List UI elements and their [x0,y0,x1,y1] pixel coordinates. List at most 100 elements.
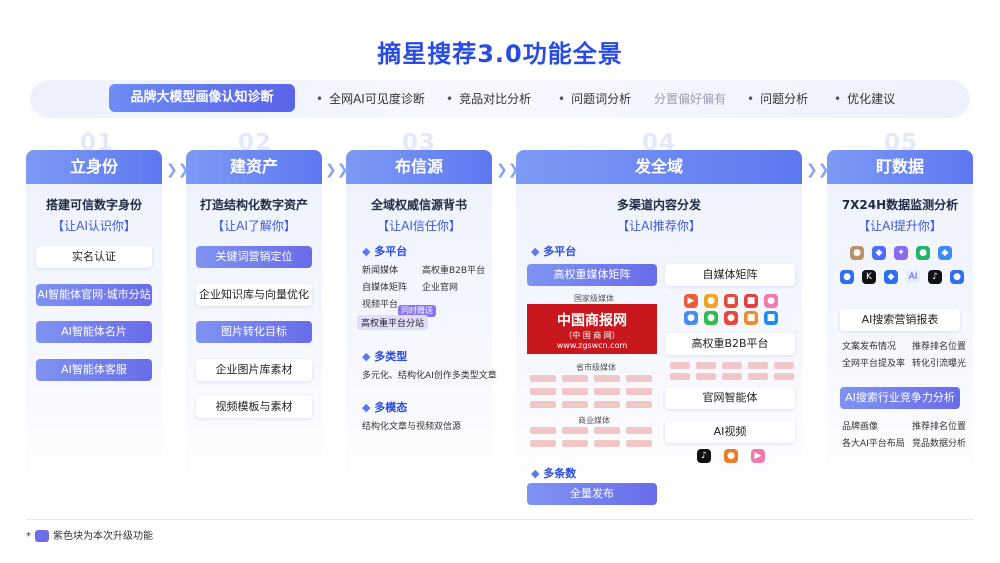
column-subtitle: 多渠道内容分发 [616,198,701,212]
feature-pill: 企业知识库与向量优化 [196,284,312,306]
app-icon: ■ [764,311,778,325]
column-subtitle: 7X24H数据监测分析 [841,198,959,212]
app-icon: ■ [744,311,758,325]
column-head: 立身份 [26,150,162,184]
app-icon: ■ [724,294,738,308]
media-logo-row [670,373,794,380]
feature-pill: AI搜索行业竞争力分析 [840,387,960,409]
feature-pill: 高权重B2B平台 [665,333,795,355]
column-subtitle: 打造结构化数字资产 [199,198,308,212]
column-head: 发全域 [516,150,802,184]
feature-pill: 全量发布 [527,483,657,505]
media-logo-row [530,401,652,408]
data-metric: 全网平台提及率 [842,359,906,369]
column-subtitle: 搭建可信数字身份 [45,198,142,212]
platform-item: 新闻媒体 [362,266,399,276]
feature-pill: 官网智能体 [665,387,795,409]
ai-platform-icon: ◆ [938,246,952,260]
column-tag: 【让AI了解你】 [212,219,296,233]
zgswcn-logo: 中国商报网 （中 国 商 网） www.zgswcn.com [527,304,657,354]
media-label: 商业媒体 [578,416,610,425]
platform-item: 自媒体矩阵 [362,283,408,293]
feature-pill: 视频模板与素材 [196,396,312,418]
column-subtitle: 全域权威信源背书 [370,198,467,212]
platform-item: 企业官网 [422,283,459,293]
section-text: 结构化文章与视频双信源 [362,422,462,432]
platform-item: 视频平台 [362,300,399,310]
data-metric: 各大AI平台布局 [842,439,905,449]
kuaishou-icon: ● [724,449,738,463]
feature-pill: AI视频 [665,421,795,443]
data-metric: 转化引流曝光 [912,359,967,369]
diagnosis-item: 分置偏好偏有 [654,92,727,106]
app-icon: ■ [744,294,758,308]
data-metric: 推荐排名位置 [912,342,967,352]
feature-pill: 关键词营销定位 [196,246,312,268]
douyin-icon: ♪ [697,449,711,463]
ai-platform-icon: ♪ [928,270,942,284]
column-head: 盯数据 [827,150,973,184]
feature-pill: 实名认证 [36,246,152,268]
app-icon: ● [704,294,718,308]
ai-platform-icon: ✦ [894,246,908,260]
feature-pill: 高权重媒体矩阵 [527,264,657,286]
ai-platform-icon: ● [916,246,930,260]
section-title: 多平台 [362,243,407,259]
ai-platform-icon: ◆ [872,246,886,260]
app-icon: ● [724,311,738,325]
data-metric: 竞品数据分析 [912,439,967,449]
column-tag: 【让AI提升你】 [858,219,942,233]
platform-item-highlight: 高权重平台分站 [357,315,429,330]
feature-pill: AI智能体官网·城市分站 [36,284,152,306]
feature-pill: AI智能体名片 [36,321,152,343]
ai-platform-icon: ● [850,246,864,260]
feature-pill: 企业图片库素材 [196,359,312,381]
footer-divider [26,519,974,520]
arrow-right-icon: ❯❯ [325,162,349,178]
media-logo-row [530,388,652,395]
diagnosis-main-pill: 品牌大模型画像认知诊断 [109,84,295,112]
column-head: 建资产 [186,150,322,184]
legend-note: * 紫色块为本次升级功能 [26,530,153,542]
platform-item: 高权重B2B平台 [422,266,486,276]
diagnosis-item: 全网AI可见度诊断 [316,90,425,107]
column-tag: 【让AI信任你】 [377,219,461,233]
section-title: 多平台 [531,243,576,259]
app-icon: ● [704,311,718,325]
section-title: 多类型 [362,348,407,364]
column-tag: 【让AI认识你】 [52,219,136,233]
arrow-right-icon: ❯❯ [806,162,830,178]
media-logo-row [530,440,652,447]
bilibili-icon: ▶ [751,449,765,463]
column-head: 布信源 [346,150,492,184]
feature-pill: 自媒体矩阵 [665,264,795,286]
page-title: 摘星搜荐3.0功能全景 [377,40,623,68]
feature-pill: AI智能体客服 [36,359,152,381]
media-logo-row [670,362,794,369]
app-icon: ● [684,311,698,325]
ai-platform-icon: ● [840,270,854,284]
diagnosis-item: 问题词分析 [558,90,631,107]
app-icon: ▶ [684,294,698,308]
feature-pill: AI搜索营销报表 [840,309,960,331]
app-icon: ● [764,294,778,308]
column-tag: 【让AI推荐你】 [617,219,701,233]
diagnosis-item: 竞品对比分析 [446,90,531,107]
purple-swatch [35,530,49,542]
media-logo-row [530,375,652,382]
ai-platform-icon: ◆ [884,270,898,284]
section-title: 多条数 [531,465,576,481]
data-metric: 文案发布情况 [842,342,897,352]
data-metric: 品牌画像 [842,422,879,432]
media-label: 国家级媒体 [574,294,614,303]
media-logo-row [530,427,652,434]
ai-platform-icon: K [862,270,876,284]
diagnosis-item: 问题分析 [747,90,808,107]
feature-pill: 图片转化目标 [196,321,312,343]
diagnosis-item: 优化建议 [834,90,895,107]
media-label: 省市级媒体 [576,363,616,372]
data-metric: 推荐排名位置 [912,422,967,432]
section-text: 多元化、结构化AI创作多类型文章 [362,371,497,381]
ai-platform-icon: AI [906,270,920,284]
section-title: 多模态 [362,399,407,415]
